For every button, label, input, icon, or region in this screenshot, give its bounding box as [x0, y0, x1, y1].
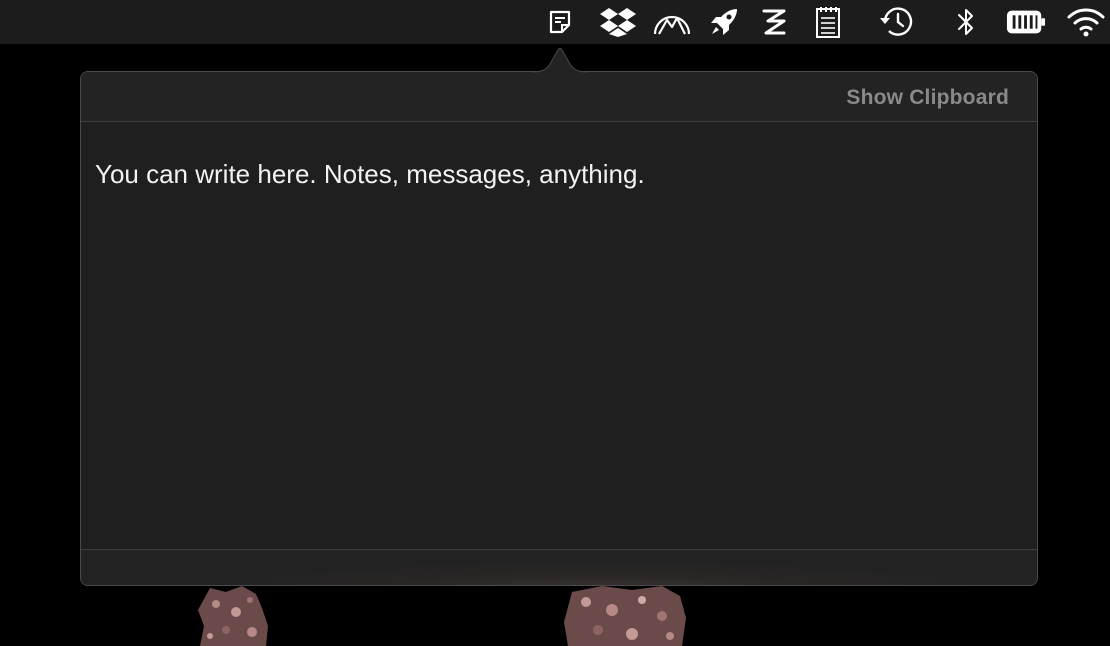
- zap-icon[interactable]: [754, 4, 794, 40]
- note-icon[interactable]: [540, 4, 580, 40]
- wifi-icon[interactable]: [1066, 4, 1106, 40]
- popover-footer: [81, 549, 1037, 585]
- desktop: Show Clipboard You can write here. Notes…: [0, 0, 1110, 646]
- notepad-icon[interactable]: [808, 4, 848, 40]
- background-rock-right: [564, 586, 686, 646]
- time-machine-icon[interactable]: [876, 4, 916, 40]
- menu-bar: [0, 0, 1110, 44]
- notes-popover: Show Clipboard You can write here. Notes…: [80, 71, 1038, 586]
- show-clipboard-button[interactable]: Show Clipboard: [846, 86, 1009, 110]
- bluetooth-icon[interactable]: [946, 4, 986, 40]
- note-text: You can write here. Notes, messages, any…: [95, 159, 645, 189]
- popover-header: Show Clipboard: [81, 72, 1037, 122]
- battery-icon[interactable]: [1006, 4, 1046, 40]
- rocket-icon[interactable]: [704, 4, 744, 40]
- note-text-area[interactable]: You can write here. Notes, messages, any…: [81, 122, 1037, 551]
- background-rock-left: [198, 586, 268, 646]
- dropbox-icon[interactable]: [598, 4, 638, 40]
- popover-arrow: [532, 48, 588, 74]
- mountains-icon[interactable]: [652, 4, 692, 40]
